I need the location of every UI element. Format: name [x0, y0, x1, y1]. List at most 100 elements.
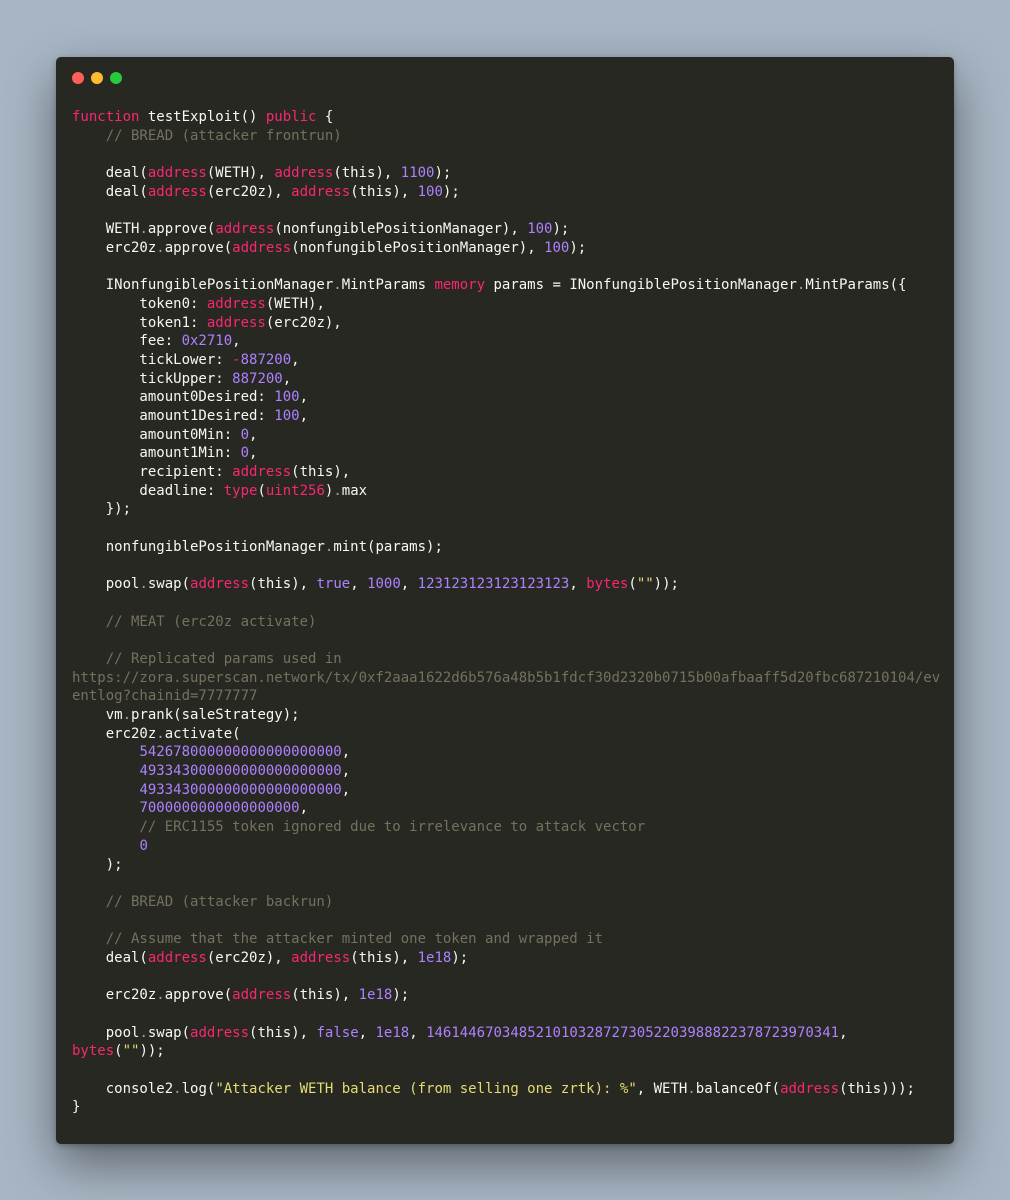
- code-line: amount0Desired: 100,: [72, 388, 946, 407]
- code-token: ,: [282, 370, 292, 387]
- code-token: ,: [358, 1024, 376, 1041]
- keyword-token: address: [206, 314, 266, 331]
- code-token: }: [72, 1099, 81, 1116]
- code-token: activate(: [164, 725, 241, 742]
- code-line: erc20z.approve(address(this), 1e18);: [72, 986, 946, 1005]
- code-token: ,: [409, 1024, 427, 1041]
- code-token: max: [341, 482, 368, 499]
- code-token: ,: [291, 351, 300, 368]
- keyword-token: address: [206, 295, 266, 312]
- keyword-token: address: [232, 987, 292, 1004]
- string-token: "": [122, 1043, 140, 1060]
- code-line: deal(address(erc20z), address(this), 100…: [72, 183, 946, 202]
- keyword-token: bytes: [586, 576, 629, 593]
- code-block[interactable]: function testExploit() public { // BREAD…: [72, 108, 946, 1117]
- code-token: (nonfungiblePositionManager),: [291, 239, 545, 256]
- code-line: // BREAD (attacker frontrun): [72, 127, 946, 146]
- code-line: deal(address(WETH), address(this), 1100)…: [72, 164, 946, 183]
- code-line: pool.swap(address(this), false, 1e18, 14…: [72, 1024, 946, 1043]
- close-window-button[interactable]: [72, 72, 84, 84]
- code-token: (WETH),: [206, 165, 275, 182]
- code-token: (this),: [333, 165, 401, 182]
- code-line: bytes(""));: [72, 1042, 946, 1061]
- code-token: params = INonfungiblePositionManager: [485, 277, 797, 294]
- code-token: INonfungiblePositionManager: [72, 277, 334, 294]
- comment-token: // ERC1155 token ignored due to irreleva…: [139, 819, 646, 836]
- code-line: https://zora.superscan.network/tx/0xf2aa…: [72, 669, 946, 688]
- code-line: fee: 0x2710,: [72, 332, 946, 351]
- operator-token: .: [333, 277, 342, 294]
- number-token: 100: [274, 389, 300, 406]
- code-line: });: [72, 500, 946, 519]
- code-token: ,: [299, 800, 309, 817]
- code-token: ,: [249, 426, 258, 443]
- number-token: true: [316, 576, 351, 593]
- code-token: swap(: [147, 1024, 191, 1041]
- code-line: WETH.approve(address(nonfungiblePosition…: [72, 220, 946, 239]
- code-line: deal(address(erc20z), address(this), 1e1…: [72, 949, 946, 968]
- number-token: 1000: [367, 576, 401, 593]
- code-line: // MEAT (erc20z activate): [72, 613, 946, 632]
- code-token: prank(saleStrategy);: [131, 707, 300, 723]
- operator-token: .: [333, 482, 342, 499]
- maximize-window-button[interactable]: [110, 72, 122, 84]
- code-token: (this),: [249, 1024, 317, 1041]
- keyword-token: uint256: [265, 482, 325, 499]
- number-token: 1e18: [417, 949, 452, 966]
- minimize-window-button[interactable]: [91, 72, 103, 84]
- code-token: MintParams({: [805, 277, 907, 294]
- code-token: (erc20z),: [206, 949, 292, 966]
- code-line: tickLower: -887200,: [72, 351, 946, 370]
- code-line: tickUpper: 887200,: [72, 370, 946, 389]
- number-token: 493343000000000000000000: [139, 763, 342, 780]
- number-token: 1e18: [358, 987, 393, 1004]
- code-line: amount1Min: 0,: [72, 444, 946, 463]
- code-token: );: [451, 949, 469, 966]
- code-line: erc20z.activate(: [72, 725, 946, 744]
- operator-token: .: [139, 1024, 148, 1041]
- keyword-token: address: [147, 949, 207, 966]
- code-window: function testExploit() public { // BREAD…: [56, 57, 954, 1144]
- code-token: {: [316, 109, 334, 125]
- code-token: ));: [139, 1043, 165, 1060]
- code-token: fee:: [72, 333, 182, 350]
- code-line: 0: [72, 837, 946, 856]
- code-line: amount1Desired: 100,: [72, 407, 946, 426]
- code-token: , WETH: [636, 1080, 688, 1097]
- code-token: amount0Min:: [72, 426, 241, 443]
- keyword-token: -: [232, 351, 241, 368]
- keyword-token: bytes: [72, 1043, 115, 1060]
- keyword-token: address: [291, 949, 351, 966]
- comment-token: // BREAD (attacker frontrun): [105, 127, 342, 144]
- code-line: 493343000000000000000000,: [72, 762, 946, 781]
- code-token: tickLower:: [72, 351, 233, 368]
- code-token: WETH: [72, 221, 140, 238]
- code-token: );: [569, 239, 587, 256]
- code-token: approve(: [147, 221, 216, 238]
- code-token: recipient:: [72, 464, 233, 481]
- number-token: 0: [240, 445, 250, 462]
- operator-token: .: [156, 239, 165, 256]
- code-token: ,: [400, 576, 418, 593]
- code-token: );: [72, 856, 123, 873]
- code-token: erc20z: [72, 725, 157, 742]
- code-token: ,: [839, 1024, 848, 1041]
- code-token: ,: [569, 576, 587, 593]
- number-token: 493343000000000000000000: [139, 781, 342, 798]
- code-line: vm.prank(saleStrategy);: [72, 706, 946, 725]
- keyword-token: function: [72, 109, 140, 125]
- number-token: 542678000000000000000000: [139, 744, 342, 761]
- code-token: ,: [249, 445, 258, 462]
- keyword-token: address: [232, 464, 292, 481]
- number-token: 0: [139, 837, 148, 854]
- code-line: pool.swap(address(this), true, 1000, 123…: [72, 575, 946, 594]
